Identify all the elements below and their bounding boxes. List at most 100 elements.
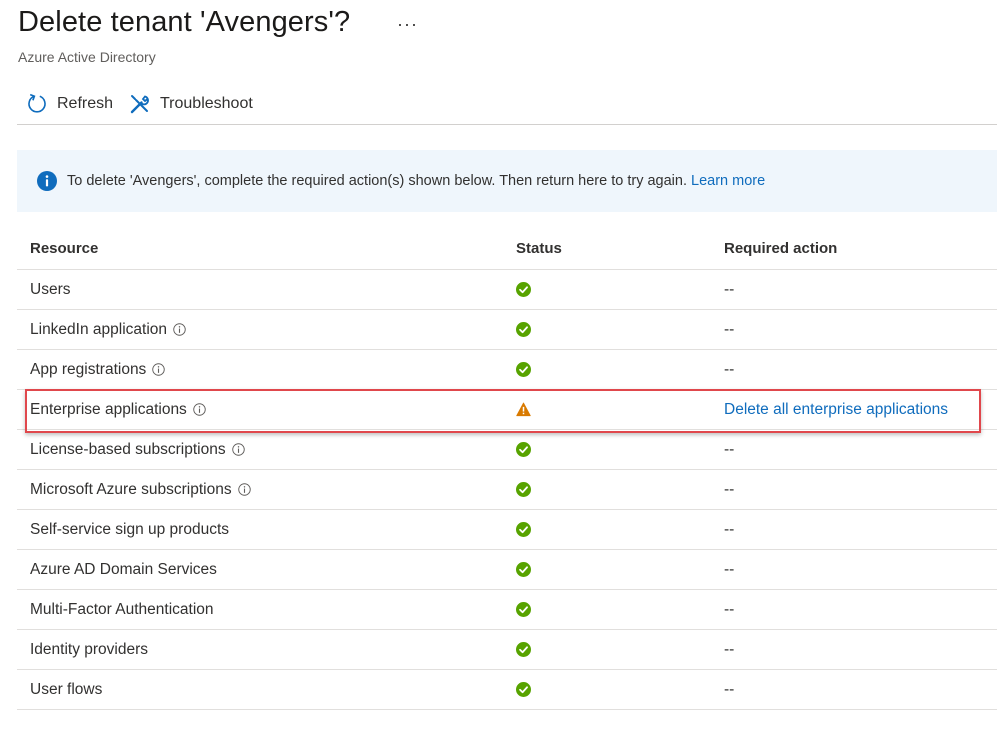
required-action-text: -- [724, 320, 735, 338]
info-tooltip-icon[interactable] [193, 403, 206, 416]
status-cell [516, 510, 531, 549]
status-cell [516, 310, 531, 349]
page-subtitle: Azure Active Directory [18, 49, 156, 65]
required-action-cell: -- [724, 430, 734, 469]
success-check-icon [516, 442, 531, 457]
table-row: App registrations -- [17, 350, 997, 390]
status-cell [516, 270, 531, 309]
table-body: Users -- LinkedIn application -- App registr… [17, 270, 997, 710]
more-options-button[interactable]: ··· [397, 14, 418, 35]
info-icon [37, 171, 57, 191]
success-check-icon [516, 682, 531, 697]
required-action-cell: -- [724, 550, 734, 589]
success-check-icon [516, 362, 531, 377]
success-check-icon [516, 602, 531, 617]
warning-icon [516, 402, 531, 417]
resource-cell: Azure AD Domain Services [30, 550, 217, 589]
resource-cell: License-based subscriptions [30, 430, 245, 469]
required-action-cell: Delete all enterprise applications [724, 390, 948, 429]
resource-name: Azure AD Domain Services [30, 560, 217, 578]
table-row: Multi-Factor Authentication -- [17, 590, 997, 630]
troubleshoot-button[interactable]: Troubleshoot [129, 90, 253, 118]
refresh-button[interactable]: Refresh [26, 90, 113, 118]
resource-name: License-based subscriptions [30, 440, 226, 458]
required-action-text: -- [724, 680, 735, 698]
required-action-text: -- [724, 280, 735, 298]
banner-message: To delete 'Avengers', complete the requi… [67, 173, 687, 189]
required-action-text: -- [724, 600, 735, 618]
table-row: Users -- [17, 270, 997, 310]
required-action-text: -- [724, 360, 735, 378]
resource-cell: Microsoft Azure subscriptions [30, 470, 251, 509]
column-header-resource: Resource [30, 240, 99, 257]
required-action-cell: -- [724, 310, 734, 349]
required-action-text: -- [724, 640, 735, 658]
status-cell [516, 670, 531, 709]
table-row: License-based subscriptions -- [17, 430, 997, 470]
table-row: User flows -- [17, 670, 997, 710]
status-cell [516, 350, 531, 389]
resource-name: Enterprise applications [30, 400, 187, 418]
resource-cell: Self-service sign up products [30, 510, 229, 549]
page-title: Delete tenant 'Avengers'? [18, 6, 351, 38]
table-row: Microsoft Azure subscriptions -- [17, 470, 997, 510]
info-tooltip-icon[interactable] [173, 323, 186, 336]
success-check-icon [516, 522, 531, 537]
resource-table: Resource Status Required action Users -- L… [17, 229, 997, 710]
command-bar: Refresh Troubleshoot [17, 86, 997, 125]
delete-enterprise-apps-link[interactable]: Delete all enterprise applications [724, 401, 948, 419]
success-check-icon [516, 482, 531, 497]
resource-name: Identity providers [30, 640, 149, 658]
table-row: LinkedIn application -- [17, 310, 997, 350]
resource-name: Users [30, 280, 71, 298]
success-check-icon [516, 322, 531, 337]
info-tooltip-icon[interactable] [152, 363, 166, 376]
required-action-text: -- [724, 520, 735, 538]
info-banner: To delete 'Avengers', complete the requi… [17, 150, 997, 212]
table-row: Self-service sign up products -- [17, 510, 997, 550]
resource-cell: Multi-Factor Authentication [30, 590, 214, 629]
refresh-label: Refresh [57, 95, 114, 112]
wrench-screwdriver-icon [130, 95, 149, 114]
required-action-cell: -- [724, 470, 734, 509]
success-check-icon [516, 562, 531, 577]
status-cell [516, 550, 531, 589]
table-row: Azure AD Domain Services -- [17, 550, 997, 590]
resource-name: Multi-Factor Authentication [30, 600, 214, 618]
required-action-cell: -- [724, 670, 734, 709]
table-row: Enterprise applications Delete all enterp… [17, 390, 997, 430]
info-tooltip-icon[interactable] [231, 443, 245, 456]
required-action-text: -- [724, 440, 735, 458]
refresh-icon [28, 93, 46, 113]
table-header: Resource Status Required action [17, 229, 997, 270]
resource-cell: Users [30, 270, 70, 309]
resource-cell: User flows [30, 670, 102, 709]
status-cell [516, 590, 531, 629]
required-action-cell: -- [724, 590, 734, 629]
required-action-text: -- [724, 480, 735, 498]
status-cell [516, 390, 531, 429]
resource-name: App registrations [30, 360, 147, 378]
resource-cell: App registrations [30, 350, 166, 389]
learn-more-link[interactable]: Learn more [691, 173, 765, 189]
column-header-required-action: Required action [724, 240, 838, 257]
resource-cell: Identity providers [30, 630, 148, 669]
table-row: Identity providers -- [17, 630, 997, 670]
required-action-cell: -- [724, 350, 734, 389]
resource-name: Microsoft Azure subscriptions [30, 480, 232, 498]
status-cell [516, 430, 531, 469]
resource-name: Self-service sign up products [30, 520, 230, 538]
resource-name: LinkedIn application [30, 320, 168, 338]
required-action-cell: -- [724, 630, 734, 669]
success-check-icon [516, 642, 531, 657]
required-action-text: -- [724, 560, 735, 578]
resource-name: User flows [30, 680, 103, 698]
required-action-cell: -- [724, 270, 734, 309]
troubleshoot-label: Troubleshoot [160, 95, 253, 112]
column-header-status: Status [516, 240, 562, 257]
status-cell [516, 470, 531, 509]
status-cell [516, 630, 531, 669]
required-action-cell: -- [724, 510, 734, 549]
info-tooltip-icon[interactable] [237, 483, 251, 496]
success-check-icon [516, 282, 531, 297]
